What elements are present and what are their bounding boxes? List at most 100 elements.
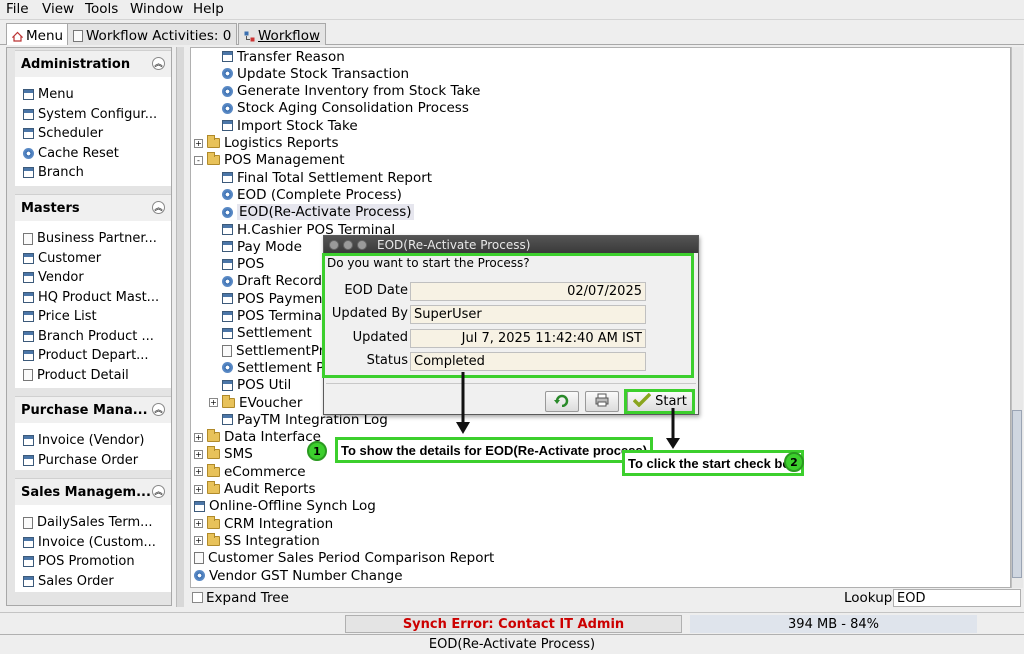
sidebar-item-business-partner[interactable]: Business Partner... (15, 229, 171, 249)
sidebar-group-title: Purchase Mana... (21, 402, 148, 418)
tree-row[interactable]: + Audit Reports (194, 481, 315, 498)
expand-icon[interactable]: + (194, 449, 203, 459)
tree-row[interactable]: + SMS (194, 446, 253, 463)
menu-help[interactable]: Help (193, 1, 224, 17)
tab-workflow[interactable]: Workflow (238, 23, 326, 45)
menu-view[interactable]: View (42, 1, 74, 17)
tree-row[interactable]: SettlementPr (209, 342, 324, 359)
sidebar-item-product-detail[interactable]: Product Detail (15, 366, 171, 386)
tree-row[interactable]: + CRM Integration (194, 515, 333, 532)
tree-row[interactable]: Draft Records (209, 273, 329, 290)
tree-row[interactable]: + SS Integration (194, 532, 320, 549)
collapse-icon[interactable]: ︽ (152, 201, 165, 214)
sidebar-group-header[interactable]: Sales Managem... ︽ (15, 479, 171, 505)
collapse-icon[interactable]: - (194, 155, 203, 165)
tree-row[interactable]: POS Payment (209, 290, 328, 307)
sidebar-item-scheduler[interactable]: Scheduler (15, 124, 171, 144)
tree-row[interactable]: Pay Mode (209, 238, 302, 255)
sidebar-item-branch-product[interactable]: Branch Product ... (15, 327, 171, 347)
menu-window[interactable]: Window (130, 1, 183, 17)
tab-workflow-label: Workflow (258, 27, 320, 44)
tree-row[interactable]: - POS Management (194, 152, 345, 169)
sidebar-item-menu[interactable]: Menu (15, 85, 171, 105)
expand-icon[interactable]: + (194, 484, 203, 494)
tree-row[interactable]: Transfer Reason (209, 48, 345, 65)
sidebar-item-invoice-vendor[interactable]: Invoice (Vendor) (15, 431, 171, 451)
tree-row[interactable]: POS Terminal (209, 308, 326, 325)
tree-row[interactable]: Settlement (209, 325, 312, 342)
tree-row[interactable]: Update Stock Transaction (209, 65, 409, 82)
sidebar-item-branch[interactable]: Branch (15, 163, 171, 183)
tab-menu[interactable]: Menu (6, 23, 70, 45)
updated-field[interactable]: Jul 7, 2025 11:42:40 AM IST (410, 329, 646, 348)
sync-error-status[interactable]: Synch Error: Contact IT Admin (345, 615, 682, 633)
expand-tree-checkbox[interactable] (192, 592, 203, 603)
tree-row[interactable]: POS (209, 256, 264, 273)
menu-file[interactable]: File (6, 1, 29, 17)
maximize-window-icon[interactable] (357, 239, 367, 250)
tree-row[interactable]: Import Stock Take (209, 117, 358, 134)
menu-tools[interactable]: Tools (85, 1, 118, 17)
sidebar-item-label: Customer (38, 250, 102, 266)
tree-row[interactable]: + eCommerce (194, 463, 306, 480)
tree-row[interactable]: Customer Sales Period Comparison Report (194, 550, 494, 567)
expand-icon[interactable]: + (209, 398, 218, 407)
tree-row[interactable]: EOD(Re-Activate Process) (209, 204, 414, 221)
tree-row-label: Audit Reports (224, 481, 316, 497)
tree-row[interactable]: POS Util (209, 377, 291, 394)
current-window-bar: EOD(Re-Activate Process) (0, 634, 1024, 654)
tree-row[interactable]: Final Total Settlement Report (209, 169, 432, 186)
updated-by-field[interactable]: SuperUser (410, 305, 646, 324)
tree-row[interactable]: + Logistics Reports (194, 135, 338, 152)
sidebar-item-product-department[interactable]: Product Depart... (15, 346, 171, 366)
sidebar-group-header[interactable]: Purchase Mana... ︽ (15, 397, 171, 423)
sidebar-item-purchase-order[interactable]: Purchase Order (15, 451, 171, 471)
tree-row[interactable]: EOD (Complete Process) (209, 186, 402, 203)
tree-row-label: POS (237, 256, 265, 273)
annotation-callout-2: To click the start check box (622, 450, 804, 476)
status-field[interactable]: Completed (410, 352, 646, 371)
sidebar-item-vendor[interactable]: Vendor (15, 268, 171, 288)
tree-row[interactable]: + Data Interface (194, 429, 321, 446)
sidebar-item-pos-promotion[interactable]: POS Promotion (15, 552, 171, 572)
expand-icon[interactable]: + (194, 432, 203, 442)
dialog-title-bar[interactable]: EOD(Re-Activate Process) (324, 236, 698, 253)
tree-row[interactable]: Settlement P (209, 359, 324, 376)
lookup-input[interactable] (893, 589, 1021, 607)
expand-icon[interactable]: + (194, 467, 203, 477)
tree-row[interactable]: Online-Offline Synch Log (194, 498, 376, 515)
collapse-icon[interactable]: ︽ (152, 57, 165, 70)
expand-icon[interactable]: + (194, 519, 203, 529)
memory-status[interactable]: 394 MB - 84% (690, 615, 977, 633)
window-icon (222, 258, 233, 270)
tree-row-label: POS Management (224, 152, 345, 169)
sidebar-item-price-list[interactable]: Price List (15, 307, 171, 327)
expand-icon[interactable]: + (194, 536, 203, 546)
sidebar-scrollbar[interactable] (176, 47, 184, 607)
sidebar-item-invoice-customer[interactable]: Invoice (Custom... (15, 533, 171, 553)
folder-icon (207, 515, 220, 529)
tree-row[interactable]: Stock Aging Consolidation Process (209, 100, 469, 117)
sidebar-item-sales-order[interactable]: Sales Order (15, 572, 171, 592)
sidebar-group-header[interactable]: Administration ︽ (15, 51, 171, 77)
tree-row[interactable]: Vendor GST Number Change (194, 567, 403, 584)
window-icon (222, 241, 233, 253)
tree-row[interactable]: + EVoucher (209, 394, 302, 411)
tree-scrollbar-thumb[interactable] (1012, 410, 1022, 578)
sidebar-item-cache-reset[interactable]: Cache Reset (15, 144, 171, 164)
sidebar-item-dailysales-terminal[interactable]: DailySales Term... (15, 513, 171, 533)
window-icon (222, 293, 233, 305)
eod-date-field[interactable]: 02/07/2025 (410, 282, 646, 301)
collapse-icon[interactable]: ︽ (152, 485, 165, 498)
sidebar-item-system-configuration[interactable]: System Configur... (15, 105, 171, 125)
collapse-icon[interactable]: ︽ (152, 403, 165, 416)
sidebar-item-hq-product-master[interactable]: HQ Product Mast... (15, 288, 171, 308)
expand-icon[interactable]: + (194, 138, 203, 148)
tab-workflow-activities[interactable]: Workflow Activities: 0 (67, 23, 238, 45)
minimize-window-icon[interactable] (343, 239, 353, 250)
tree-row-label: Stock Aging Consolidation Process (237, 100, 469, 117)
sidebar-group-header[interactable]: Masters ︽ (15, 195, 171, 221)
close-window-icon[interactable] (329, 239, 339, 250)
sidebar-item-customer[interactable]: Customer (15, 249, 171, 269)
tree-row[interactable]: Generate Inventory from Stock Take (209, 83, 480, 100)
